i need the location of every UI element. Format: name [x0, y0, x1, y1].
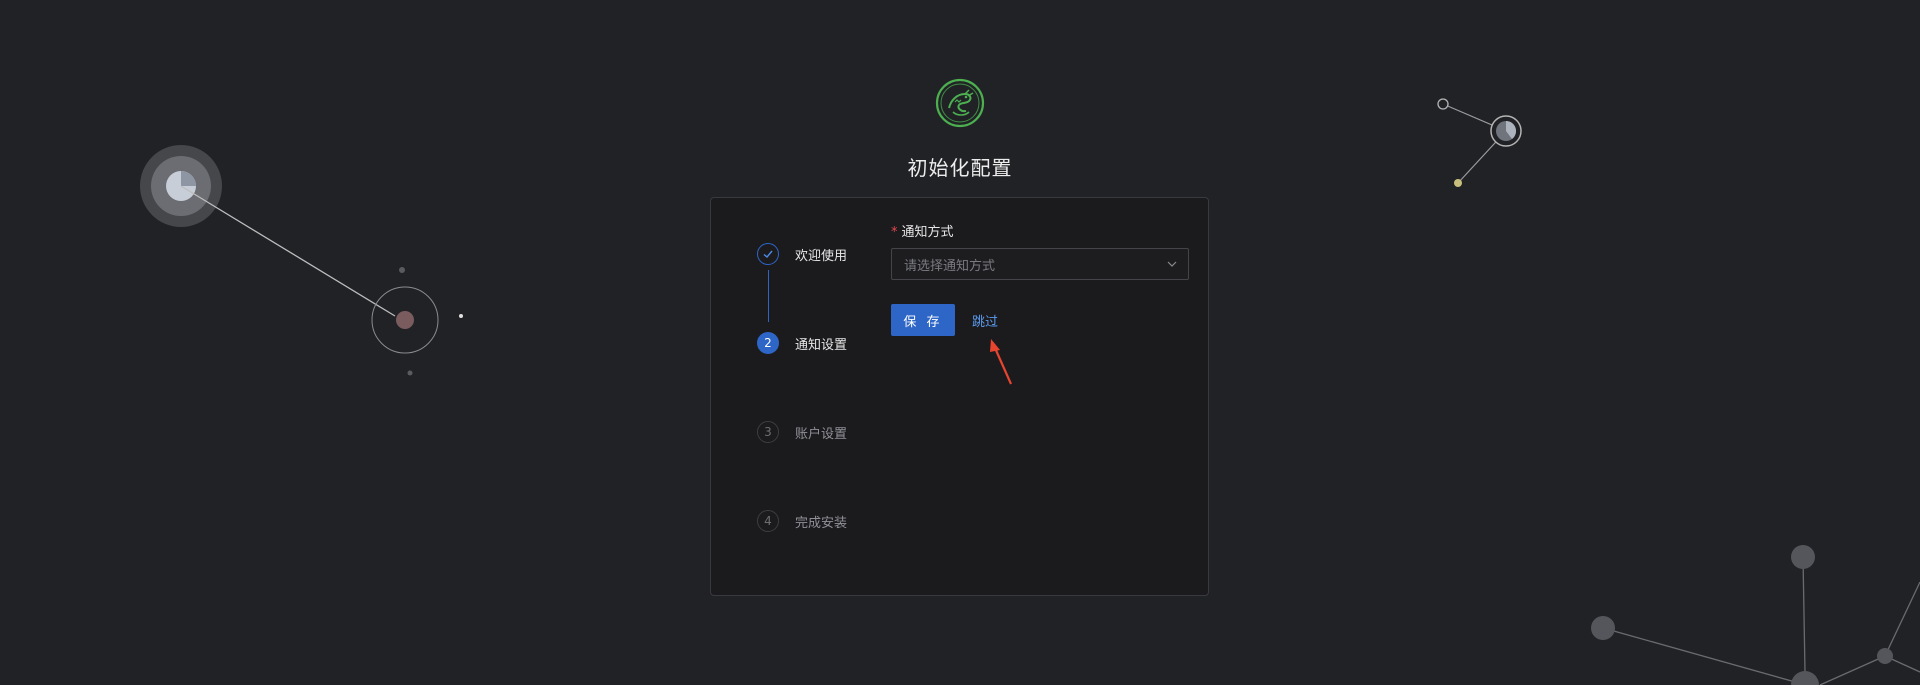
step-label: 通知设置	[795, 337, 848, 353]
setup-card: 欢迎使用 2 通知设置 3 账户设置 4 完成安装 * 通知方式 请选择通知方式 …	[710, 197, 1209, 596]
setup-steps: 欢迎使用 2 通知设置 3 账户设置 4 完成安装	[757, 242, 887, 562]
step-welcome: 欢迎使用	[757, 242, 847, 266]
red-arrow-icon	[990, 339, 1013, 385]
skip-link[interactable]: 跳过	[972, 311, 998, 330]
step-connector	[768, 270, 769, 322]
check-icon	[763, 250, 773, 258]
notify-method-label-text: 通知方式	[901, 225, 954, 240]
step-label: 欢迎使用	[795, 248, 848, 264]
notify-method-placeholder: 请选择通知方式	[904, 258, 996, 274]
step-label: 账户设置	[795, 426, 848, 442]
required-mark: *	[891, 225, 898, 240]
step-account: 3 账户设置	[757, 420, 847, 444]
step-finish: 4 完成安装	[757, 509, 847, 533]
step-number: 4	[757, 510, 779, 532]
step-number: 2	[757, 332, 779, 354]
step-notification: 2 通知设置	[757, 331, 847, 355]
save-button[interactable]: 保 存	[891, 304, 955, 336]
step-number: 3	[757, 421, 779, 443]
dragon-emblem-icon	[935, 78, 985, 128]
page-title: 初始化配置	[907, 156, 1013, 180]
step-label: 完成安装	[795, 515, 848, 531]
notify-method-select[interactable]: 请选择通知方式	[891, 248, 1189, 280]
notify-method-label: * 通知方式	[891, 221, 954, 240]
step-done-indicator	[757, 243, 779, 265]
chevron-down-icon	[1167, 261, 1177, 267]
